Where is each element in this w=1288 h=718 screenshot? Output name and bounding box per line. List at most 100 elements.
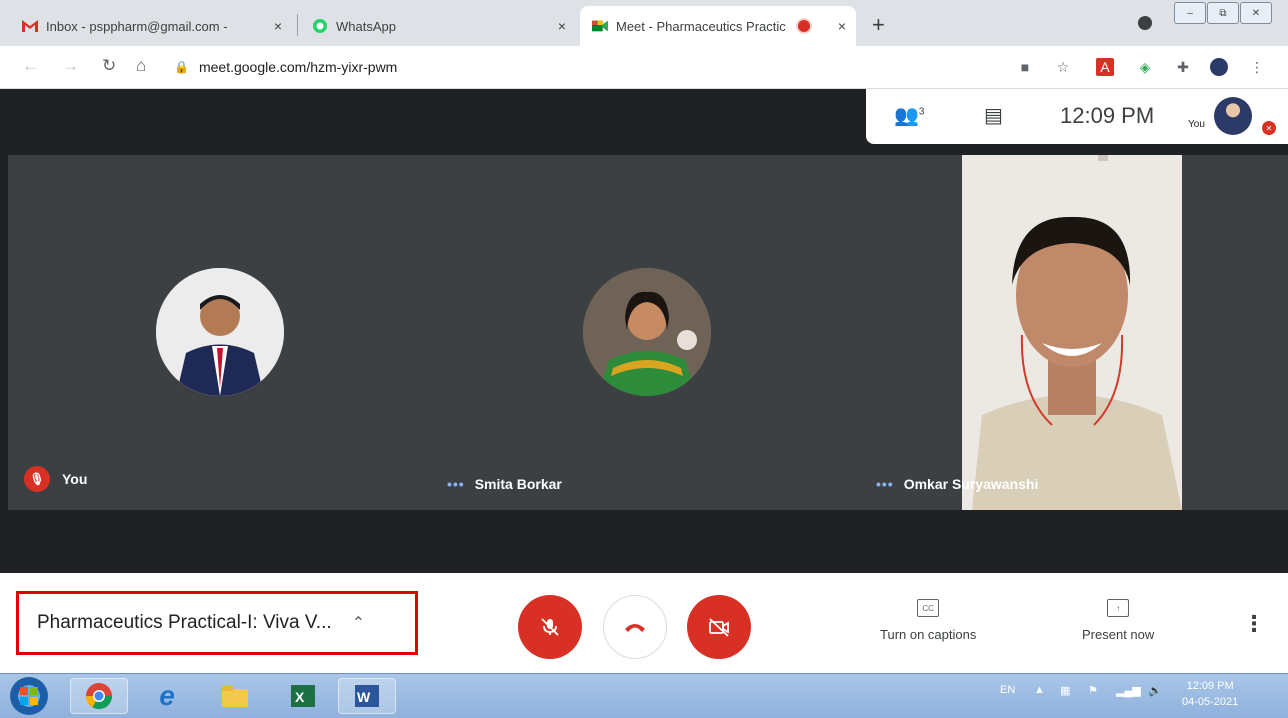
camera-toggle-button[interactable] xyxy=(687,595,751,659)
windows-taskbar: e X W EN ▲ ▦ ⚑ ▂▄▆ 🔈 12:09 PM 04-05-2021 xyxy=(0,673,1288,718)
captions-button[interactable]: CC Turn on captions xyxy=(880,599,976,642)
gmail-icon xyxy=(22,18,38,34)
participant-name: Omkar Suryawanshi xyxy=(903,476,1039,492)
taskbar-chrome[interactable] xyxy=(70,678,128,714)
participant-name-tag: 🎙 You xyxy=(24,466,87,492)
present-button[interactable]: ↑ Present now xyxy=(1082,599,1154,642)
taskbar-ie[interactable]: e xyxy=(138,678,196,714)
excel-icon: X xyxy=(291,685,315,707)
tray-network-icon[interactable]: ▦ xyxy=(1060,684,1070,697)
profile-avatar-icon[interactable] xyxy=(1210,58,1228,76)
speaking-indicator-icon: ••• xyxy=(447,476,465,492)
close-tab-icon[interactable]: × xyxy=(558,18,566,34)
menu-icon[interactable]: ⋮ xyxy=(1248,58,1266,76)
avatar xyxy=(583,268,711,396)
present-icon: ↑ xyxy=(1107,599,1130,617)
hang-up-icon xyxy=(625,624,645,632)
meeting-control-bar: Pharmaceutics Practical-I: Viva V... ⌃ C… xyxy=(0,573,1288,673)
taskbar-explorer[interactable] xyxy=(206,678,264,714)
signal-icon[interactable]: ▂▄▆ xyxy=(1116,684,1141,697)
captions-icon: CC xyxy=(917,599,940,617)
url-text: meet.google.com/hzm-yixr-pwm xyxy=(198,59,398,75)
tab-gmail[interactable]: Inbox - psppharm@gmail.com - × xyxy=(10,6,292,46)
meeting-info-panel: 👥3 ▤ 12:09 PM You ✕ xyxy=(866,89,1288,144)
recording-icon xyxy=(798,20,810,32)
participant-tile-you: 🎙 You xyxy=(8,155,431,510)
system-date: 04-05-2021 xyxy=(1182,696,1239,708)
home-icon[interactable]: ⌂ xyxy=(136,56,146,76)
captions-label: Turn on captions xyxy=(880,627,977,642)
puzzle-icon[interactable]: ✚ xyxy=(1174,58,1192,76)
browser-toolbar: ← → ↻ ⌂ 🔒 meet.google.com/hzm-yixr-pwm ■… xyxy=(0,46,1288,89)
mic-off-icon xyxy=(541,618,559,636)
internet-explorer-icon: e xyxy=(159,680,175,711)
participant-name: You xyxy=(62,471,88,487)
chevron-up-icon: ⌃ xyxy=(351,615,366,632)
more-options-icon[interactable]: ⋮ xyxy=(1243,611,1265,637)
pdf-extension-icon[interactable]: A xyxy=(1096,58,1114,76)
address-bar[interactable]: 🔒 meet.google.com/hzm-yixr-pwm xyxy=(174,54,994,80)
participant-name-tag: ••• Smita Borkar xyxy=(447,476,562,492)
forward-icon[interactable]: → xyxy=(62,56,79,76)
back-icon[interactable]: ← xyxy=(22,56,39,76)
taskbar-excel[interactable]: X xyxy=(274,678,332,714)
meet-stage-bottom xyxy=(0,510,1288,573)
leave-call-button[interactable] xyxy=(603,595,667,659)
language-indicator[interactable]: EN xyxy=(1000,684,1015,696)
volume-icon[interactable]: 🔈 xyxy=(1148,684,1162,697)
reload-icon[interactable]: ↻ xyxy=(102,56,116,76)
svg-text:X: X xyxy=(295,689,305,705)
word-icon: W xyxy=(355,685,379,707)
tab-title: Meet - Pharmaceutics Practic xyxy=(616,18,786,34)
chat-icon[interactable]: ▤ xyxy=(984,103,1003,128)
tab-whatsapp[interactable]: WhatsApp × xyxy=(300,6,576,46)
camera-off-icon xyxy=(709,618,729,637)
camera-icon[interactable]: ■ xyxy=(1016,58,1034,76)
self-avatar xyxy=(1214,97,1252,135)
minimize-button[interactable]: – xyxy=(1174,2,1206,24)
lock-icon: 🔒 xyxy=(174,60,189,74)
whatsapp-icon xyxy=(312,18,328,34)
tab-title: Inbox - psppharm@gmail.com - xyxy=(46,18,228,34)
show-hidden-icons[interactable]: ▲ xyxy=(1034,684,1045,696)
participant-name-tag: ••• Omkar Suryawanshi xyxy=(876,476,1038,492)
participant-name: Smita Borkar xyxy=(474,476,562,492)
meeting-details-button[interactable]: Pharmaceutics Practical-I: Viva V... ⌃ xyxy=(16,591,418,655)
participants-count: 3 xyxy=(918,106,925,118)
chrome-icon xyxy=(85,683,113,710)
meeting-title: Pharmaceutics Practical-I: Viva V... xyxy=(37,612,332,633)
windows-logo-icon xyxy=(20,687,38,705)
action-center-flag-icon[interactable]: ⚑ xyxy=(1088,684,1098,697)
extension-icon[interactable]: ◈ xyxy=(1136,58,1154,76)
browser-tab-strip: Inbox - psppharm@gmail.com - × WhatsApp … xyxy=(0,0,1288,46)
muted-icon: ✕ xyxy=(1262,121,1276,135)
window-controls: – ⧉ ✕ xyxy=(1174,2,1272,24)
close-window-button[interactable]: ✕ xyxy=(1240,2,1272,24)
bookmark-star-icon[interactable]: ☆ xyxy=(1054,58,1072,76)
system-clock[interactable]: 12:09 PM 04-05-2021 xyxy=(1182,678,1238,710)
present-label: Present now xyxy=(1082,627,1155,642)
new-tab-button[interactable]: + xyxy=(872,12,885,38)
tab-title: WhatsApp xyxy=(336,18,396,34)
muted-mic-icon: 🎙 xyxy=(24,466,50,492)
participant-tile-smita: ••• Smita Borkar xyxy=(431,155,860,510)
people-icon[interactable]: 👥3 xyxy=(894,103,924,128)
speaking-indicator-icon: ••• xyxy=(876,476,894,492)
taskbar-word[interactable]: W xyxy=(338,678,396,714)
self-label: You xyxy=(1188,119,1205,130)
tab-separator xyxy=(297,14,298,36)
close-tab-icon[interactable]: × xyxy=(274,18,282,34)
tab-meet[interactable]: Meet - Pharmaceutics Practic × xyxy=(580,6,856,46)
start-button[interactable] xyxy=(10,677,48,715)
mic-toggle-button[interactable] xyxy=(518,595,582,659)
participant-video xyxy=(962,155,1182,510)
participant-tile-omkar: ••• Omkar Suryawanshi xyxy=(860,155,1288,510)
meet-icon xyxy=(592,18,608,34)
system-time: 12:09 PM xyxy=(1186,680,1234,692)
avatar xyxy=(156,268,284,396)
folder-icon xyxy=(222,686,248,707)
close-tab-icon[interactable]: × xyxy=(838,18,846,34)
meeting-clock: 12:09 PM xyxy=(1060,103,1155,128)
profile-icon[interactable] xyxy=(1138,16,1152,30)
restore-button[interactable]: ⧉ xyxy=(1207,2,1239,24)
